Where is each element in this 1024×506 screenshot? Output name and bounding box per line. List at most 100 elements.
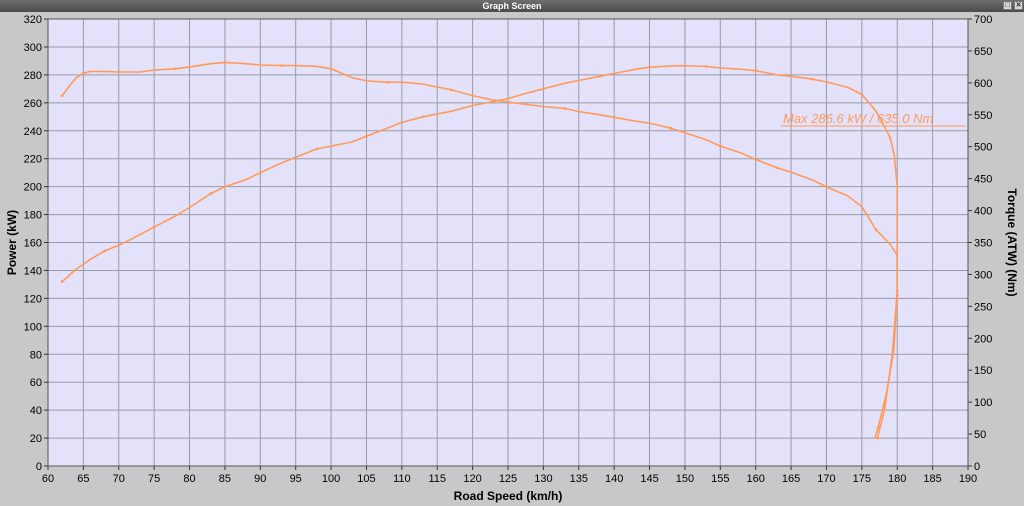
power-point xyxy=(421,115,425,119)
right-tick-label: 200 xyxy=(974,333,992,345)
right-tick-label: 50 xyxy=(974,429,986,441)
right-tick-label: 350 xyxy=(974,238,992,250)
torque-point xyxy=(449,88,453,92)
power-point xyxy=(810,77,814,81)
x-tick-label: 100 xyxy=(322,473,340,485)
power-point xyxy=(876,436,879,440)
x-tick-label: 65 xyxy=(77,473,89,485)
x-axis-ticks: 60 65 70 75 80 85 90 95 100 105 110 115 120 125 130 135… xyxy=(42,466,977,485)
torque-point xyxy=(874,228,878,232)
title-bar: Graph Screen □ ✕ xyxy=(0,0,1024,12)
x-tick-label: 105 xyxy=(357,473,375,485)
right-axis-ticks: 0 50 100 150 200 250 300 350 400 450 500 550 600 650 7… xyxy=(968,14,992,473)
right-tick-label: 700 xyxy=(974,14,992,26)
torque-point xyxy=(117,70,121,74)
right-tick-label: 450 xyxy=(974,174,992,186)
x-tick-label: 80 xyxy=(183,473,195,485)
x-tick-label: 90 xyxy=(254,473,266,485)
left-tick-label: 240 xyxy=(24,126,42,138)
torque-point xyxy=(60,94,64,98)
x-tick-label: 85 xyxy=(219,473,231,485)
close-icon[interactable]: ✕ xyxy=(1014,1,1023,10)
torque-point xyxy=(386,80,390,84)
x-tick-label: 185 xyxy=(923,473,941,485)
left-tick-label: 120 xyxy=(24,293,42,305)
power-point xyxy=(598,74,602,78)
power-torque-chart: 60 65 70 75 80 85 90 95 100 105 110 115 120 125 130 135… xyxy=(5,14,1019,503)
power-point xyxy=(860,93,864,96)
right-tick-label: 100 xyxy=(974,397,992,409)
x-tick-label: 175 xyxy=(853,473,871,485)
torque-point xyxy=(173,67,177,71)
left-tick-label: 200 xyxy=(24,182,42,194)
torque-point xyxy=(223,61,227,64)
x-tick-label: 95 xyxy=(290,473,302,485)
torque-point xyxy=(895,293,899,297)
x-tick-label: 190 xyxy=(959,473,977,485)
torque-point xyxy=(329,67,333,71)
power-point xyxy=(365,134,368,138)
power-point xyxy=(209,192,213,196)
x-tick-label: 75 xyxy=(148,473,160,485)
x-tick-label: 145 xyxy=(640,473,658,485)
left-tick-label: 300 xyxy=(24,42,42,54)
left-tick-label: 40 xyxy=(30,405,42,417)
right-tick-label: 150 xyxy=(974,365,992,377)
left-tick-label: 100 xyxy=(24,321,42,333)
left-tick-label: 220 xyxy=(24,154,42,166)
power-point xyxy=(704,65,708,68)
right-tick-label: 250 xyxy=(974,301,992,313)
left-axis-label: Power (kW) xyxy=(5,210,19,275)
torque-point xyxy=(563,107,567,110)
left-tick-label: 0 xyxy=(36,461,42,473)
left-tick-label: 280 xyxy=(24,70,42,82)
restore-icon[interactable]: □ xyxy=(1003,1,1012,10)
x-tick-label: 140 xyxy=(605,473,623,485)
left-tick-label: 320 xyxy=(24,14,42,26)
right-tick-label: 400 xyxy=(974,206,992,218)
left-tick-label: 60 xyxy=(30,377,42,389)
right-tick-label: 300 xyxy=(974,269,992,281)
x-tick-label: 150 xyxy=(676,473,694,485)
power-point xyxy=(315,147,319,151)
x-tick-label: 110 xyxy=(393,473,411,485)
x-tick-label: 60 xyxy=(42,473,54,485)
left-tick-label: 260 xyxy=(24,98,42,110)
power-point xyxy=(60,280,64,284)
power-point xyxy=(258,171,262,175)
left-tick-label: 180 xyxy=(24,210,42,222)
torque-point xyxy=(825,185,828,189)
right-tick-label: 550 xyxy=(974,110,992,122)
x-tick-label: 165 xyxy=(782,473,800,485)
torque-point xyxy=(876,426,880,430)
x-tick-label: 125 xyxy=(499,473,517,485)
x-tick-label: 135 xyxy=(570,473,588,485)
torque-point xyxy=(669,126,673,130)
right-tick-label: 650 xyxy=(974,46,992,58)
torque-point xyxy=(775,166,779,170)
x-tick-label: 180 xyxy=(888,473,906,485)
x-tick-label: 70 xyxy=(113,473,125,485)
torque-point xyxy=(506,100,510,104)
x-tick-label: 160 xyxy=(747,473,765,485)
power-point xyxy=(888,136,892,140)
left-tick-label: 20 xyxy=(30,433,42,445)
power-point xyxy=(103,249,107,253)
graph-window: Graph Screen □ ✕ 60 65 70 75 80 85 90 95 100 105 1… xyxy=(0,0,1024,506)
torque-point xyxy=(718,144,722,148)
power-point xyxy=(648,65,651,69)
left-tick-label: 80 xyxy=(30,349,42,361)
torque-point xyxy=(612,115,616,119)
left-tick-label: 140 xyxy=(24,265,42,277)
power-point xyxy=(754,69,758,73)
right-axis-label: Torque (ATW) (Nm) xyxy=(1005,188,1019,296)
x-axis-label: Road Speed (km/h) xyxy=(454,489,563,503)
x-tick-label: 115 xyxy=(428,473,446,485)
x-tick-label: 130 xyxy=(534,473,552,485)
right-tick-label: 500 xyxy=(974,142,992,154)
x-tick-label: 155 xyxy=(711,473,729,485)
left-tick-label: 160 xyxy=(24,238,42,250)
left-axis-ticks: 0 20 40 60 80 100 120 140 160 180 200 220 240 260 280 3… xyxy=(24,14,48,473)
power-point xyxy=(152,225,156,229)
right-tick-label: 600 xyxy=(974,78,992,90)
